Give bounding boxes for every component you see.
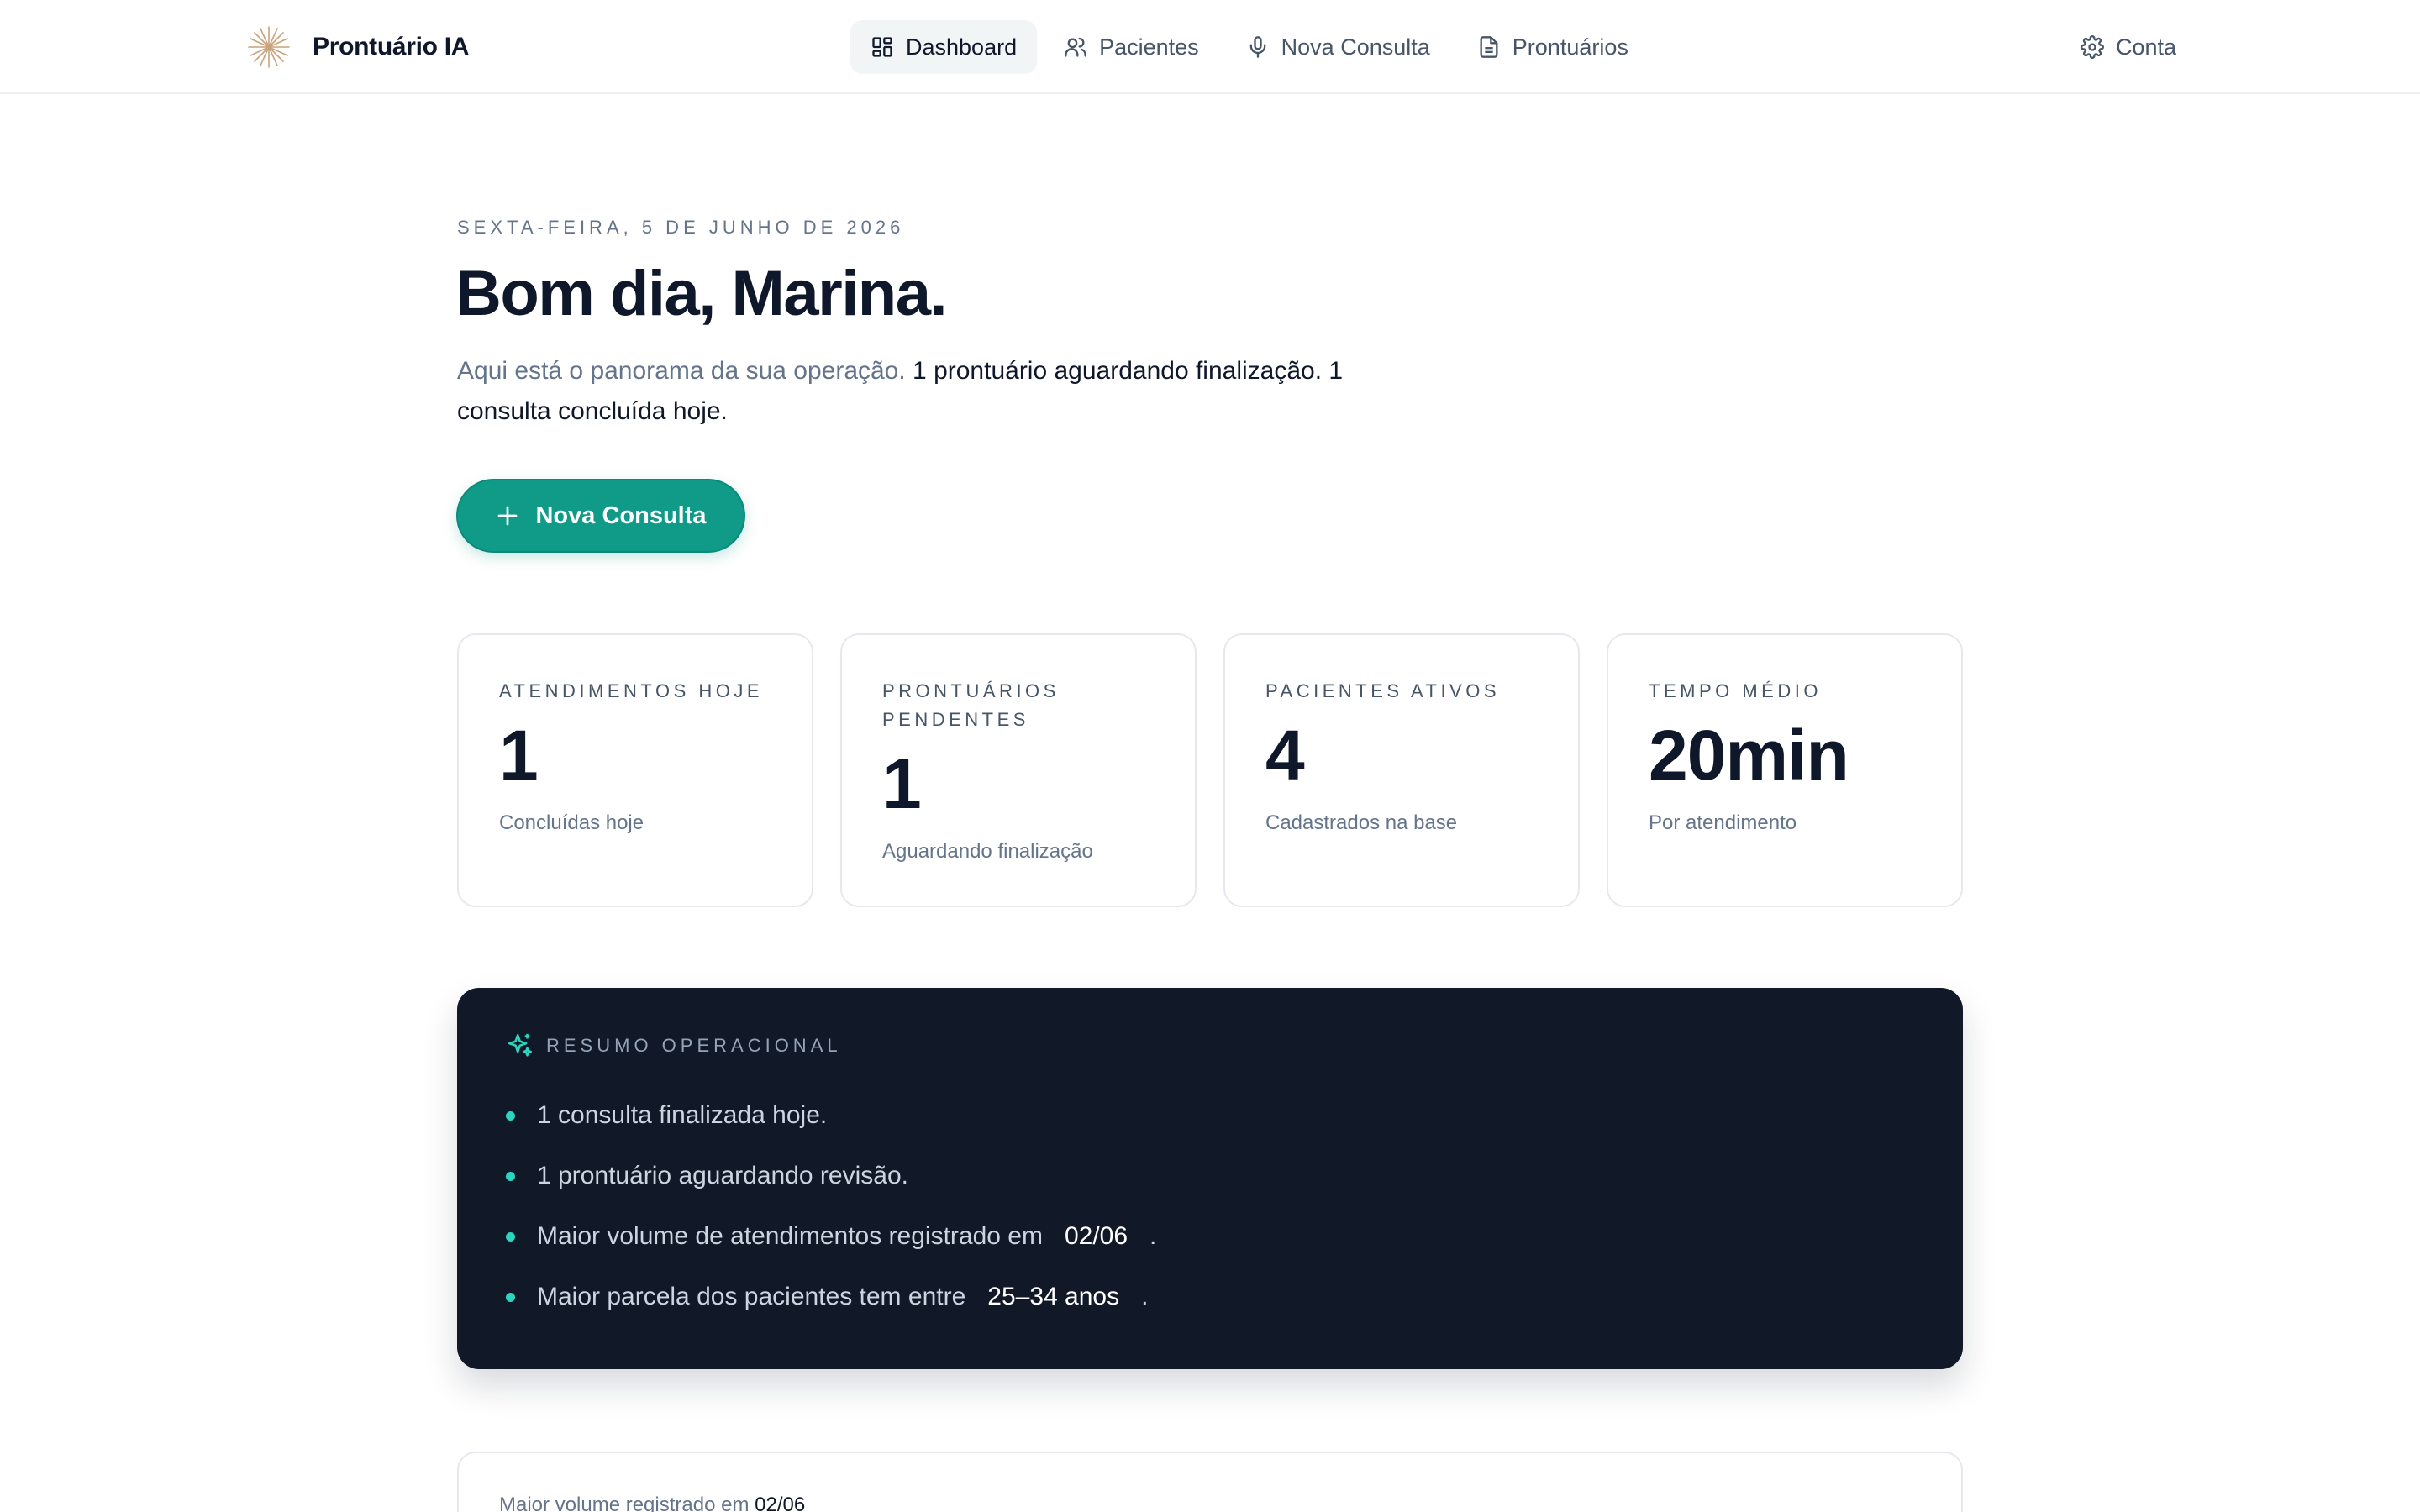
dashboard-icon [872,37,892,57]
bullet-dot [506,1292,515,1302]
summary-item: 1 consulta finalizada hoje. [506,1085,1914,1146]
bullet-dot [506,1171,515,1181]
greeting-title: Bom dia, Marina. [455,258,948,329]
stat-sub: Por atendimento [1649,811,1797,834]
summary-item-text: 1 consulta finalizada hoje. [537,1101,828,1129]
brand-name: Prontuário IA [313,33,470,60]
stat-sub: Cadastrados na base [1265,811,1458,834]
microphone-icon [1249,36,1266,58]
nova-consulta-button[interactable]: Nova Consulta [456,479,745,553]
summary-title: RESUMO OPERACIONAL [546,1035,842,1056]
summary-suffix: . [1141,1283,1149,1310]
stat-label: PRONTUÁRIOS PENDENTES [882,680,1060,730]
brand[interactable]: Prontuário IA [245,24,469,71]
overview-intro: Aqui está o panorama da sua operação. [457,357,906,385]
operational-summary: RESUMO OPERACIONAL 1 consulta finalizada… [457,988,1963,1369]
stat-value: 1 [882,744,922,823]
stats-row: ATENDIMENTOS HOJE 1 Concluídas hoje PRON… [457,633,1963,907]
volume-chart-card: Maior volume registrado em 02/06 [457,1452,1963,1512]
nav-dashboard-label: Dashboard [906,34,1018,60]
main-nav: Dashboard Pacientes Nova Consulta Prontu… [850,20,1649,74]
stat-card-pacientes: PACIENTES ATIVOS 4 Cadastrados na base [1223,633,1580,907]
summary-highlight: 25–34 anos [987,1283,1120,1310]
account-button[interactable]: Conta [2080,20,2176,74]
stat-card-prontuarios: PRONTUÁRIOS PENDENTES 1 Aguardando final… [840,633,1197,907]
top-header: Prontuário IA Dashboard Pacientes Nova C… [0,0,2420,94]
stat-label: PACIENTES ATIVOS [1265,680,1501,701]
nav-prontuarios-label: Prontuários [1512,34,1628,60]
sparkle-icon [508,1033,533,1057]
current-date: SEXTA-FEIRA, 5 DE JUNHO DE 2026 [457,217,905,238]
nav-nova-consulta[interactable]: Nova Consulta [1226,20,1450,74]
volume-caption: Maior volume registrado em 02/06 [499,1494,1921,1512]
users-icon [1065,37,1086,57]
summary-item-text: Maior volume de atendimentos registrado … [537,1222,1043,1250]
plus-icon [498,506,518,526]
stat-value: 20min [1649,716,1849,795]
bullet-dot [506,1231,515,1242]
volume-caption-date: 02/06 [755,1494,806,1512]
summary-list: 1 consulta finalizada hoje. 1 prontuário… [506,1085,1914,1327]
overview-text: Aqui está o panorama da sua operação. 1 … [457,351,1432,432]
stat-value: 1 [499,716,539,795]
gear-icon [2080,35,2104,59]
summary-item: Maior volume de atendimentos registrado … [506,1206,1914,1267]
nav-nova-consulta-label: Nova Consulta [1281,34,1430,60]
stat-card-atendimentos: ATENDIMENTOS HOJE 1 Concluídas hoje [457,633,813,907]
nav-dashboard[interactable]: Dashboard [850,20,1038,74]
account-label: Conta [2115,34,2176,60]
summary-suffix: . [1150,1222,1157,1250]
stat-card-tempo: TEMPO MÉDIO 20min Por atendimento [1607,633,1963,907]
stat-label: ATENDIMENTOS HOJE [499,680,764,701]
summary-highlight: 02/06 [1064,1222,1128,1250]
sunburst-logo-icon [248,26,290,68]
stat-label: TEMPO MÉDIO [1649,680,1822,701]
summary-item-text: 1 prontuário aguardando revisão. [537,1162,908,1189]
stat-sub: Aguardando finalização [882,840,1093,863]
document-icon [1480,36,1498,58]
nova-consulta-label: Nova Consulta [535,501,707,529]
stat-value: 4 [1265,716,1305,795]
stat-sub: Concluídas hoje [499,811,644,834]
summary-header: RESUMO OPERACIONAL [506,1032,1914,1060]
nav-pacientes[interactable]: Pacientes [1044,20,1219,74]
volume-caption-text: Maior volume registrado em [499,1494,750,1512]
nav-prontuarios[interactable]: Prontuários [1457,20,1649,74]
summary-item-text: Maior parcela dos pacientes tem entre [537,1283,966,1310]
bullet-dot [506,1110,515,1121]
summary-item: 1 prontuário aguardando revisão. [506,1146,1914,1206]
summary-item: Maior parcela dos pacientes tem entre 25… [506,1267,1914,1327]
nav-pacientes-label: Pacientes [1099,34,1199,60]
